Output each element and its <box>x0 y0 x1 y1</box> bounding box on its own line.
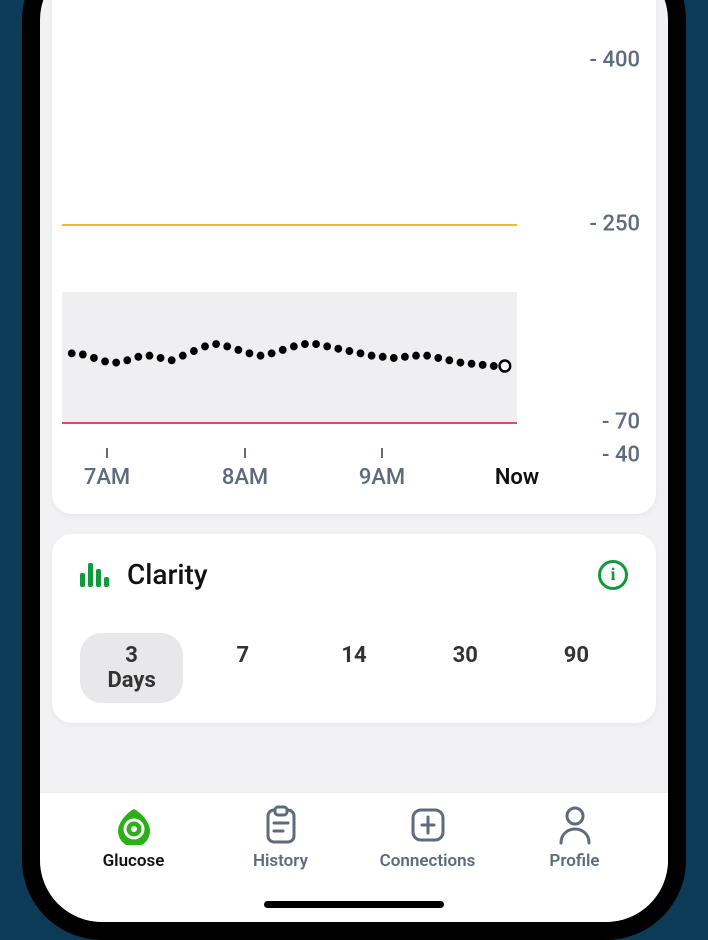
y-tick: 70 <box>602 410 640 435</box>
range-tab-3days[interactable]: 3 Days <box>80 633 183 703</box>
tab-label: Profile <box>549 851 599 871</box>
profile-icon <box>555 805 595 845</box>
info-icon[interactable]: i <box>598 560 628 590</box>
connections-icon <box>408 805 448 845</box>
clarity-card: Clarity i 3 Days 7 14 30 90 <box>52 534 656 723</box>
tab-label: Glucose <box>103 851 165 871</box>
tab-label: History <box>253 851 308 871</box>
y-tick: 400 <box>590 48 640 73</box>
glucose-chart-card: 400 250 70 40 7AM 8AM 9AM Now <box>52 0 656 514</box>
glucose-icon <box>114 805 154 845</box>
range-tab-90[interactable]: 90 <box>525 633 628 703</box>
glucose-data-line <box>62 0 646 490</box>
clarity-title: Clarity <box>127 558 580 591</box>
phone-screen: 400 250 70 40 7AM 8AM 9AM Now <box>40 0 668 922</box>
home-indicator[interactable] <box>264 901 444 908</box>
phone-frame: 400 250 70 40 7AM 8AM 9AM Now <box>22 0 686 940</box>
range-tab-7[interactable]: 7 <box>191 633 294 703</box>
x-tick-mark <box>381 448 383 458</box>
x-tick-now: Now <box>495 465 539 490</box>
y-tick: 250 <box>590 212 640 237</box>
tab-label: Connections <box>380 851 476 871</box>
y-tick: 40 <box>602 443 640 468</box>
x-tick-mark <box>244 448 246 458</box>
x-tick: 7AM <box>84 465 130 490</box>
tab-glucose[interactable]: Glucose <box>74 805 194 922</box>
clarity-range-tabs: 3 Days 7 14 30 90 <box>80 633 628 703</box>
x-tick: 9AM <box>359 465 405 490</box>
clipboard-icon <box>261 805 301 845</box>
clarity-bars-icon <box>80 563 109 587</box>
range-tab-14[interactable]: 14 <box>302 633 405 703</box>
glucose-chart[interactable]: 400 250 70 40 7AM 8AM 9AM Now <box>62 0 646 490</box>
x-tick: 8AM <box>222 465 268 490</box>
tab-profile[interactable]: Profile <box>515 805 635 922</box>
range-tab-30[interactable]: 30 <box>414 633 517 703</box>
x-tick-mark <box>106 448 108 458</box>
